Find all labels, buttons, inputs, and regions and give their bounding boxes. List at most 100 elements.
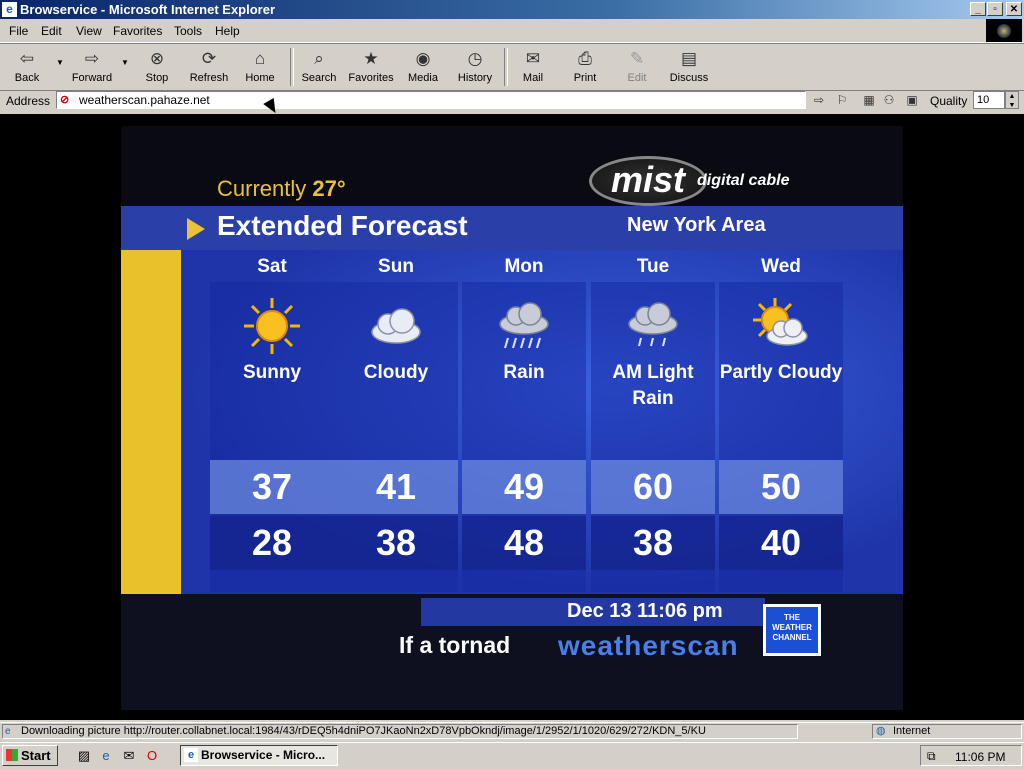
mail-icon: ✉ (525, 49, 541, 68)
task-browservice[interactable]: e Browservice - Micro... (180, 745, 338, 766)
bookmark-icon[interactable]: ⚐ (835, 93, 849, 107)
quality-input[interactable]: 10 (973, 91, 1005, 109)
page-content: Currently 27° mist digital cable Extende… (0, 114, 1024, 720)
day-condition: Rain (503, 362, 545, 383)
back-arrow-icon: ⇦ (19, 49, 35, 68)
forecast-day-sat: Sat Sunny 37 28 (210, 256, 334, 594)
edit-button[interactable]: ✎ Edit (612, 48, 662, 86)
globe-icon: ◍ (876, 725, 886, 737)
forecast-day-mon: Mon Rain 49 48 (462, 256, 586, 594)
menu-help[interactable]: Help (215, 24, 240, 38)
address-value: weatherscan.pahaze.net (79, 93, 210, 107)
day-low: 48 (462, 516, 586, 570)
day-low: 38 (591, 516, 715, 570)
menu-bar: File Edit View Favorites Tools Help (0, 19, 1024, 43)
outlook-icon[interactable]: ✉ (121, 748, 137, 764)
ie-icon: e (2, 2, 17, 17)
clipboard-icon[interactable]: ▣ (905, 93, 919, 107)
search-icon: ⌕ (314, 49, 324, 68)
start-button[interactable]: Start (2, 745, 58, 766)
network-icon[interactable]: ⧉ (927, 749, 936, 764)
day-high: 41 (334, 460, 458, 514)
windows-logo-throbber (986, 19, 1022, 42)
printer-icon: ⎙ (578, 49, 592, 68)
stop-button[interactable]: ⊗ Stop (132, 48, 182, 86)
address-label: Address (6, 94, 51, 108)
day-condition: AM Light Rain (612, 362, 694, 409)
minimize-button[interactable]: _ (970, 2, 986, 16)
security-zone: ◍ Internet (872, 724, 1022, 739)
mail-button[interactable]: ✉ Mail (508, 48, 558, 86)
restore-button[interactable]: ▫ (987, 2, 1003, 16)
standard-toolbar: ⇦ Back ▼ ⇨ Forward ▼ ⊗ Stop ⟳ Refresh ⌂ Home … (0, 43, 1024, 91)
weatherscan-screen: Currently 27° mist digital cable Extende… (121, 126, 903, 710)
day-name: Sun (378, 256, 414, 277)
stop-icon: ⊗ (149, 49, 165, 68)
current-temperature: Currently 27° (217, 176, 346, 201)
digital-cable-text: digital cable (697, 172, 790, 189)
day-low: 38 (334, 516, 458, 570)
search-button[interactable]: ⌕ Search (294, 48, 344, 86)
forecast-area: New York Area (627, 214, 766, 236)
opera-icon[interactable]: O (144, 748, 160, 764)
menu-favorites[interactable]: Favorites (113, 24, 162, 38)
favorites-button[interactable]: ★ Favorites (346, 48, 396, 86)
quality-label: Quality (930, 94, 968, 108)
print-button[interactable]: ⎙ Print (560, 48, 610, 86)
status-bar: e Downloading picture http://router.coll… (0, 722, 1024, 741)
cloud-icon (371, 308, 421, 344)
address-input[interactable]: ⊘ weatherscan.pahaze.net (56, 91, 806, 109)
day-low: 28 (210, 516, 334, 570)
forecast-day-wed: Wed Partly Cloudy 50 40 (719, 256, 843, 594)
forecast-title: Extended Forecast (217, 210, 468, 241)
mist-logo: mist (589, 156, 707, 206)
history-button[interactable]: ◷ History (450, 48, 500, 86)
taskbar: Start ▨ e ✉ O e Browservice - Micro... ⧉… (0, 742, 1024, 769)
partly-cloudy-icon (753, 298, 808, 346)
page-tools-icon[interactable]: ▦ (862, 93, 876, 107)
address-bar: Address ⊘ weatherscan.pahaze.net ⇨ ⚐ ▦ ⚇… (0, 90, 1024, 112)
day-low: 40 (719, 516, 843, 570)
refresh-button[interactable]: ⟳ Refresh (184, 48, 234, 86)
close-button[interactable]: ✕ (1006, 2, 1022, 16)
go-icon[interactable]: ⇨ (812, 93, 826, 107)
back-button[interactable]: ⇦ Back (2, 48, 52, 86)
day-name: Sat (257, 256, 287, 277)
forecast-day-sun: Sun Cloudy 41 38 (334, 256, 458, 594)
weatherscan-logo: weatherscan (558, 630, 739, 661)
history-icon: ◷ (467, 49, 483, 68)
menu-view[interactable]: View (76, 24, 102, 38)
day-high: 60 (591, 460, 715, 514)
ie-quicklaunch-icon[interactable]: e (98, 748, 114, 764)
home-icon: ⌂ (254, 49, 266, 68)
day-condition: Partly Cloudy (719, 362, 843, 383)
day-high: 49 (462, 460, 586, 514)
show-desktop-icon[interactable]: ▨ (76, 748, 92, 764)
day-condition: Sunny (242, 362, 302, 383)
forward-button[interactable]: ⇨ Forward (67, 48, 117, 86)
light-rain-icon (628, 302, 678, 347)
menu-tools[interactable]: Tools (174, 24, 202, 38)
status-text: Downloading picture http://router.collab… (21, 725, 706, 737)
clock[interactable]: 11:06 PM (955, 750, 1005, 764)
media-button[interactable]: ◉ Media (398, 48, 448, 86)
play-triangle-icon (187, 218, 205, 240)
menu-file[interactable]: File (9, 24, 28, 38)
day-name: Wed (761, 256, 801, 277)
title-bar: e Browservice - Microsoft Internet Explo… (0, 0, 1024, 19)
find-icon[interactable]: ⚇ (882, 93, 896, 107)
ie-task-icon: e (184, 748, 198, 762)
page-icon: ⊘ (60, 94, 70, 106)
edit-icon: ✎ (629, 49, 645, 68)
ticker-text: If a tornad (399, 632, 511, 658)
forward-arrow-icon: ⇨ (84, 49, 100, 68)
sun-icon (244, 298, 300, 354)
day-high: 50 (719, 460, 843, 514)
quality-spinner[interactable]: ▲ ▼ (1005, 91, 1019, 109)
menu-edit[interactable]: Edit (41, 24, 62, 38)
refresh-icon: ⟳ (201, 49, 217, 68)
discuss-button[interactable]: ▤ Discuss (664, 48, 714, 86)
status-text-panel: e Downloading picture http://router.coll… (2, 724, 798, 739)
home-button[interactable]: ⌂ Home (235, 48, 285, 86)
forecast-day-tue: Tue AM Light Rain 60 38 (591, 256, 715, 594)
